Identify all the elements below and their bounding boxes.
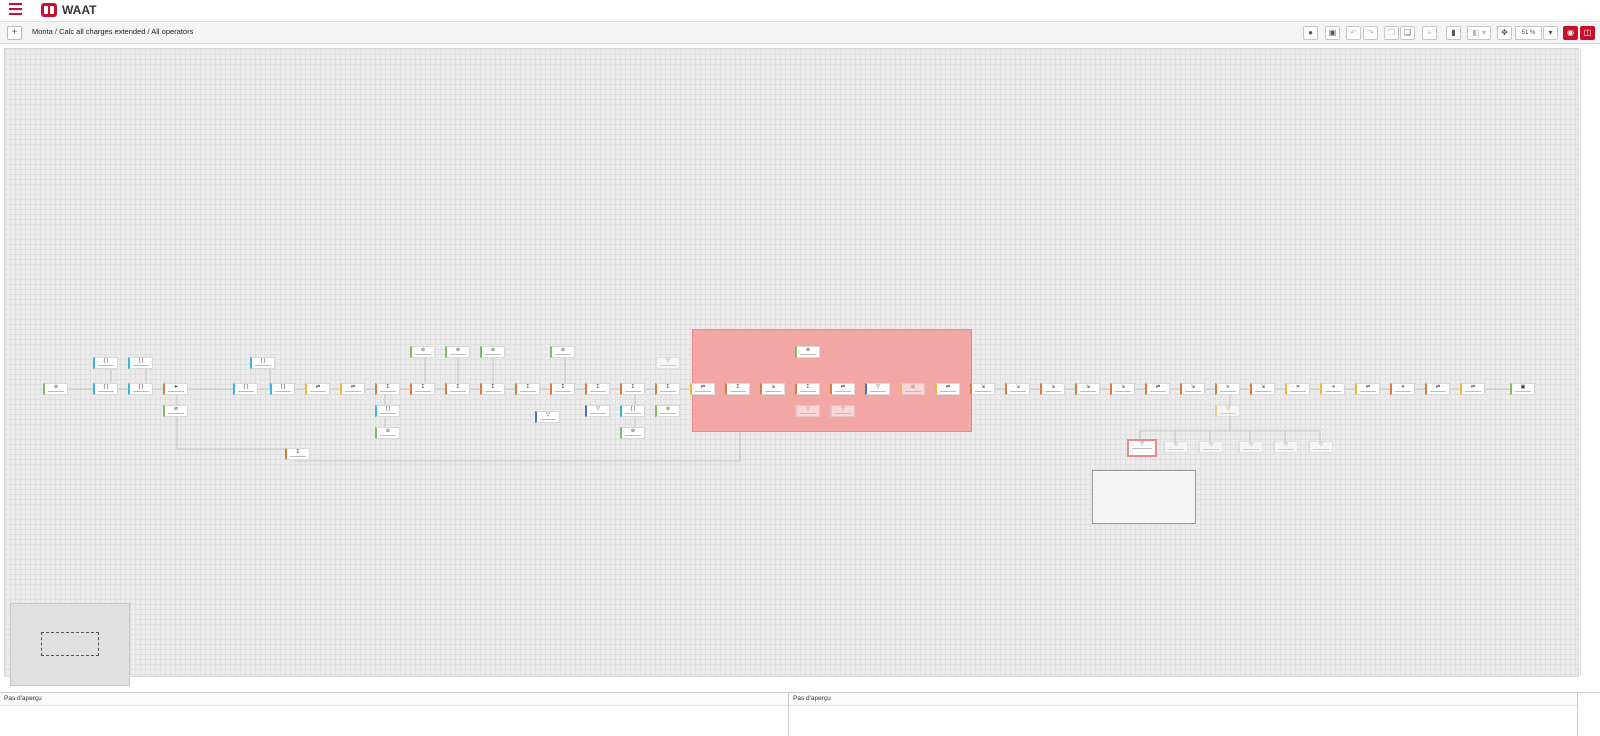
workflow-node[interactable]: ▣ [1510,383,1535,395]
workflow-node[interactable]: { } [375,405,400,417]
workflow-node[interactable]: { } [270,383,295,395]
workflow-node[interactable]: ➤ [163,383,188,395]
right-side-panel [1580,48,1600,675]
workflow-node[interactable]: { } [250,357,275,369]
workflow-node[interactable]: Σ [655,383,680,395]
workflow-node[interactable]: ⊜ [445,346,470,358]
workflow-node[interactable]: ⇲ [1180,383,1205,395]
node-tooltip [1092,470,1196,524]
toolbar: + Monta / Calc all charges extended / Al… [0,22,1600,44]
app-name: WAAT [62,3,97,17]
workflow-node[interactable]: ⊘ [410,346,435,358]
workflow-node[interactable]: ⇲ [1040,383,1065,395]
workflow-node[interactable]: Σ [375,383,400,395]
preview-panel-title: Pas d'aperçu [789,693,1577,706]
workflow-node[interactable]: Σ [550,383,575,395]
toggle-dropdown-icon[interactable]: ◧ ▾ [1467,26,1491,40]
workflow-node[interactable]: ⇄ [305,383,330,395]
redo-icon[interactable]: ↷ [1363,26,1378,40]
workflow-node[interactable]: Σ [585,383,610,395]
workflow-node[interactable]: ▽ [830,405,855,417]
workflow-node[interactable]: Σ [620,383,645,395]
workflow-node[interactable]: ⊘ [375,427,400,439]
workflow-node[interactable]: ⇄ [690,383,715,395]
workflow-node[interactable]: ▽ [655,357,680,369]
fit-screen-icon[interactable]: ✥ [1497,26,1512,40]
workflow-node[interactable]: ▽ [865,383,890,395]
copy-icon[interactable]: ❐ [1384,26,1399,40]
workflow-node[interactable]: ▽ [1308,441,1333,453]
minimap-viewport[interactable] [41,632,99,656]
preview-panel-title: Pas d'aperçu [0,693,788,706]
workflow-node[interactable]: ⊘ [480,346,505,358]
workflow-node[interactable]: Σ [795,383,820,395]
eye-icon[interactable]: ◉ [1563,26,1578,40]
workflow-node[interactable]: { } [128,383,153,395]
workflow-node[interactable]: ▽ [585,405,610,417]
workflow-node[interactable]: ⇄ [830,383,855,395]
workflow-node[interactable]: ▽ [1163,441,1188,453]
workflow-node[interactable]: ✕ [1285,383,1310,395]
workflow-node[interactable]: ▽ [1215,405,1240,417]
workflow-node[interactable]: ⇲ [1250,383,1275,395]
workflow-node[interactable]: Σ [480,383,505,395]
workflow-node[interactable]: ⊘ [900,383,925,395]
window-icon[interactable]: ◫ [1580,26,1595,40]
workflow-node[interactable]: ▽ [1273,441,1298,453]
workflow-node[interactable]: Σ [285,448,310,460]
paste-icon[interactable]: ❏ [1400,26,1415,40]
workflow-node[interactable]: ≡ [1215,383,1240,395]
workflow-node[interactable]: ▽ [1238,441,1263,453]
info-icon[interactable]: ● [1303,26,1318,40]
workflow-node[interactable]: Σ [445,383,470,395]
workflow-node[interactable]: ✕ [1390,383,1415,395]
workflow-node[interactable]: { } [128,357,153,369]
workflow-node[interactable]: ⇄ [935,383,960,395]
workflow-node[interactable]: ▽ [535,411,560,423]
workflow-node[interactable]: ⊘ [620,427,645,439]
workflow-node[interactable]: ⇄ [1355,383,1380,395]
workflow-node[interactable]: ⊘ [163,405,188,417]
workflow-node[interactable]: ⇲ [1075,383,1100,395]
workflow-node[interactable]: ⇲ [1005,383,1030,395]
workflow-canvas[interactable]: ⊘ { } { } ➤ { } { } ⇄ ⇄ Σ Σ Σ Σ Σ Σ Σ Σ … [4,48,1579,686]
workflow-node[interactable]: ⊘ [43,383,68,395]
waat-logo-icon [41,3,57,17]
workflow-node[interactable]: ⇥ [1320,383,1345,395]
workflow-node[interactable]: Σ [410,383,435,395]
undo-icon[interactable]: ↶ [1346,26,1361,40]
workflow-node[interactable]: ⇄ [340,383,365,395]
workflow-node[interactable]: ⇄ [1145,383,1170,395]
workflow-node[interactable]: ▽ [1198,441,1223,453]
workflow-node[interactable]: ⇲ [1110,383,1135,395]
workflow-node[interactable]: ▽ [795,405,820,417]
bookmark-icon[interactable]: ▮ [1446,26,1461,40]
preview-panel-left: Pas d'aperçu [0,693,789,736]
workflow-node[interactable]: ⊘ [550,346,575,358]
breadcrumb: Monta / Calc all charges extended / All … [32,27,194,36]
zoom-level[interactable]: 51 % [1515,26,1542,40]
workflow-node[interactable]: { } [93,357,118,369]
workflow-node[interactable]: ⇄ [1460,383,1485,395]
workflow-node[interactable]: ⇲ [970,383,995,395]
workflow-node[interactable]: ⇄ [1425,383,1450,395]
chevron-down-icon[interactable]: ▾ [1543,26,1558,40]
preview-area: Pas d'aperçu Pas d'aperçu [0,692,1600,736]
minimap[interactable] [10,603,130,686]
workflow-node[interactable]: { } [93,383,118,395]
preview-panel-right: Pas d'aperçu [789,693,1578,736]
workflow-node[interactable]: ⇲ [760,383,785,395]
top-bar: WAAT [0,0,1600,22]
workflow-node[interactable]: ⊘ [655,405,680,417]
hamburger-menu-icon[interactable] [9,3,22,16]
selected-workflow-node[interactable]: ▽ [1127,439,1157,457]
add-tab-button[interactable]: + [7,26,22,40]
workflow-node[interactable]: Σ [515,383,540,395]
comment-icon[interactable]: ≡ [1422,26,1437,40]
workflow-node[interactable]: { } [620,405,645,417]
workflow-node[interactable]: ⊜ [795,346,820,358]
save-icon[interactable]: ▣ [1325,26,1340,40]
workflow-node[interactable]: { } [233,383,258,395]
workflow-node[interactable]: Σ [725,383,750,395]
